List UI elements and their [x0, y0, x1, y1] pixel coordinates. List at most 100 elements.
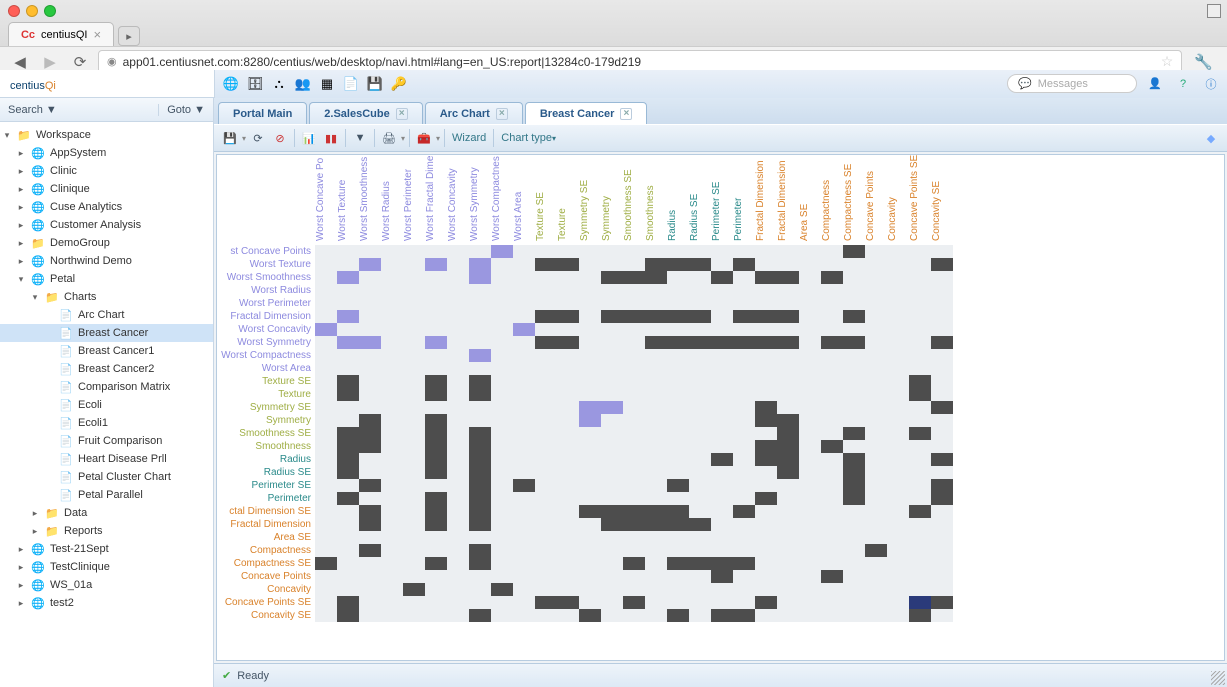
matrix-cell[interactable] [843, 323, 865, 336]
matrix-cell[interactable] [689, 492, 711, 505]
tree-node[interactable]: ▸🌐Customer Analysis [0, 216, 213, 234]
matrix-cell[interactable] [931, 401, 953, 414]
matrix-cell[interactable] [535, 544, 557, 557]
matrix-cell[interactable] [315, 388, 337, 401]
matrix-cell[interactable] [667, 453, 689, 466]
goto-button[interactable]: Goto ▼ [159, 104, 213, 116]
matrix-cell[interactable] [491, 453, 513, 466]
matrix-cell[interactable] [865, 544, 887, 557]
toolbox-button[interactable]: 🧰 [414, 128, 434, 148]
matrix-cell[interactable] [623, 258, 645, 271]
matrix-cell[interactable] [601, 453, 623, 466]
matrix-cell[interactable] [909, 336, 931, 349]
matrix-cell[interactable] [469, 609, 491, 622]
matrix-cell[interactable] [689, 284, 711, 297]
matrix-cell[interactable] [425, 479, 447, 492]
matrix-cell[interactable] [579, 583, 601, 596]
matrix-cell[interactable] [667, 544, 689, 557]
matrix-cell[interactable] [689, 401, 711, 414]
tree-node[interactable]: 📄Ecoli1 [0, 414, 213, 432]
matrix-cell[interactable] [337, 245, 359, 258]
matrix-cell[interactable] [711, 557, 733, 570]
matrix-cell[interactable] [799, 297, 821, 310]
matrix-cell[interactable] [469, 323, 491, 336]
matrix-cell[interactable] [689, 310, 711, 323]
window-close[interactable] [8, 5, 20, 17]
matrix-cell[interactable] [447, 544, 469, 557]
matrix-cell[interactable] [733, 297, 755, 310]
matrix-cell[interactable] [315, 440, 337, 453]
matrix-cell[interactable] [887, 505, 909, 518]
tree-node[interactable]: 📄Breast Cancer [0, 324, 213, 342]
matrix-cell[interactable] [425, 271, 447, 284]
tree-node[interactable]: ▸🌐WS_01a [0, 576, 213, 594]
matrix-cell[interactable] [579, 245, 601, 258]
matrix-cell[interactable] [733, 245, 755, 258]
twist-icon[interactable]: ▸ [16, 598, 26, 609]
matrix-cell[interactable] [513, 518, 535, 531]
matrix-cell[interactable] [777, 466, 799, 479]
matrix-cell[interactable] [315, 492, 337, 505]
matrix-cell[interactable] [843, 297, 865, 310]
twist-icon[interactable]: ▾ [16, 274, 26, 285]
matrix-cell[interactable] [381, 414, 403, 427]
matrix-cell[interactable] [337, 310, 359, 323]
matrix-cell[interactable] [799, 440, 821, 453]
tree-node[interactable]: 📄Petal Cluster Chart [0, 468, 213, 486]
matrix-cell[interactable] [909, 518, 931, 531]
matrix-cell[interactable] [447, 466, 469, 479]
matrix-cell[interactable] [733, 479, 755, 492]
matrix-cell[interactable] [843, 466, 865, 479]
matrix-cell[interactable] [689, 453, 711, 466]
matrix-cell[interactable] [513, 284, 535, 297]
matrix-cell[interactable] [359, 570, 381, 583]
matrix-cell[interactable] [359, 544, 381, 557]
matrix-cell[interactable] [579, 518, 601, 531]
matrix-cell[interactable] [513, 271, 535, 284]
matrix-cell[interactable] [623, 271, 645, 284]
matrix-cell[interactable] [513, 492, 535, 505]
matrix-cell[interactable] [931, 609, 953, 622]
matrix-cell[interactable] [469, 427, 491, 440]
matrix-cell[interactable] [777, 609, 799, 622]
matrix-cell[interactable] [777, 388, 799, 401]
matrix-cell[interactable] [381, 427, 403, 440]
matrix-cell[interactable] [491, 375, 513, 388]
matrix-cell[interactable] [887, 271, 909, 284]
matrix-cell[interactable] [667, 596, 689, 609]
matrix-cell[interactable] [777, 245, 799, 258]
matrix-cell[interactable] [337, 609, 359, 622]
matrix-cell[interactable] [491, 258, 513, 271]
close-icon[interactable]: × [496, 108, 508, 120]
info-icon[interactable]: ⓘ [1201, 74, 1221, 94]
help-icon[interactable]: ? [1173, 74, 1193, 94]
matrix-cell[interactable] [579, 531, 601, 544]
matrix-cell[interactable] [865, 362, 887, 375]
matrix-cell[interactable] [689, 440, 711, 453]
matrix-cell[interactable] [931, 570, 953, 583]
matrix-cell[interactable] [381, 284, 403, 297]
matrix-cell[interactable] [469, 336, 491, 349]
matrix-cell[interactable] [315, 453, 337, 466]
matrix-cell[interactable] [491, 518, 513, 531]
matrix-cell[interactable] [535, 492, 557, 505]
matrix-cell[interactable] [425, 427, 447, 440]
matrix-cell[interactable] [337, 596, 359, 609]
matrix-cell[interactable] [689, 609, 711, 622]
matrix-cell[interactable] [623, 375, 645, 388]
matrix-cell[interactable] [645, 375, 667, 388]
matrix-cell[interactable] [799, 362, 821, 375]
matrix-cell[interactable] [359, 583, 381, 596]
matrix-cell[interactable] [931, 531, 953, 544]
matrix-cell[interactable] [535, 310, 557, 323]
matrix-cell[interactable] [601, 388, 623, 401]
matrix-cell[interactable] [337, 505, 359, 518]
matrix-cell[interactable] [799, 245, 821, 258]
matrix-cell[interactable] [337, 323, 359, 336]
matrix-cell[interactable] [469, 505, 491, 518]
matrix-cell[interactable] [799, 323, 821, 336]
matrix-cell[interactable] [931, 453, 953, 466]
matrix-cell[interactable] [865, 609, 887, 622]
matrix-cell[interactable] [337, 414, 359, 427]
matrix-cell[interactable] [623, 531, 645, 544]
